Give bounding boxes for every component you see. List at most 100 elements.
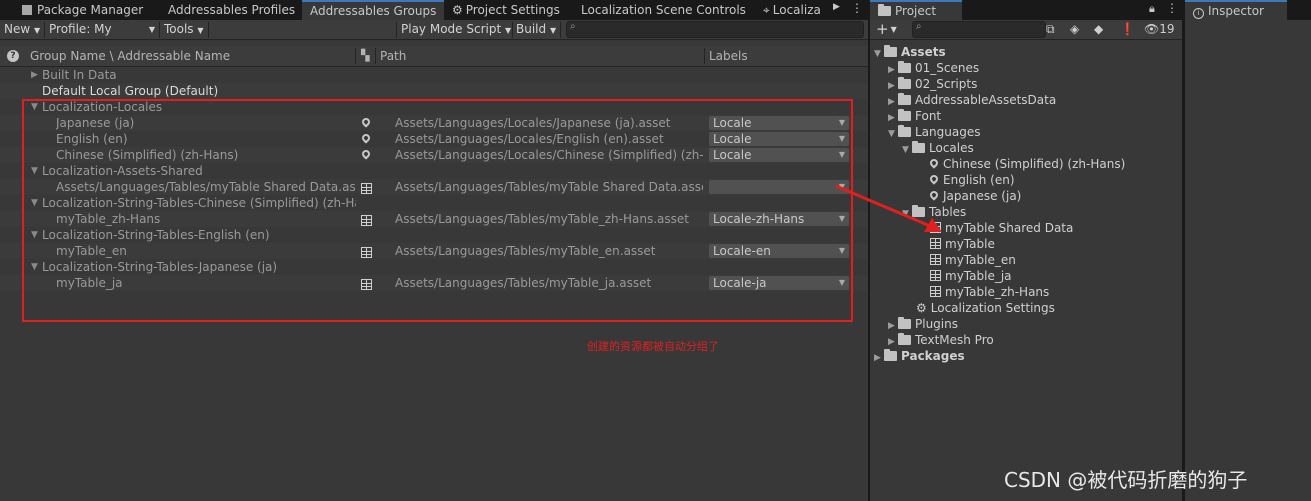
tab-project-settings[interactable]: ⚙ Project Settings xyxy=(444,0,568,20)
search-icon: ⌕ xyxy=(570,21,576,32)
collapse-arrow-icon[interactable]: ▼ xyxy=(902,142,912,158)
group-row-default-local[interactable]: Default Local Group (Default) xyxy=(0,83,868,99)
tab-label: Project Settings xyxy=(465,3,560,17)
build-dropdown[interactable]: Build ▼ xyxy=(516,20,556,39)
tree-label: Localization Settings xyxy=(930,301,1055,315)
tree-item-mytable-en[interactable]: myTable_en xyxy=(930,252,1016,268)
column-path[interactable]: Path xyxy=(380,49,406,63)
info-icon: i xyxy=(1193,8,1204,19)
tree-label: Assets xyxy=(901,45,946,59)
open-folder-icon xyxy=(912,141,925,153)
tree-item-locale-zh[interactable]: Chinese (Simplified) (zh-Hans) xyxy=(928,156,1125,172)
tree-item-addressable-data[interactable]: ▶ AddressableAssetsData xyxy=(888,92,1056,108)
tab-localiza[interactable]: ⌖ Localiza xyxy=(755,0,829,20)
more-menu-icon[interactable]: ⋮ xyxy=(851,1,863,15)
new-button[interactable]: New ▼ xyxy=(4,20,40,39)
tab-package-manager[interactable]: Package Manager xyxy=(14,0,151,20)
play-mode-script-dropdown[interactable]: Play Mode Script ▼ xyxy=(401,20,511,39)
tree-label: Locales xyxy=(929,141,974,155)
search-by-label-icon[interactable]: ◆ xyxy=(1094,20,1103,39)
group-name: Built In Data xyxy=(42,68,117,82)
left-tab-bar: Package Manager Addressables Profiles Ad… xyxy=(0,0,868,21)
gear-icon: ⚙ xyxy=(452,3,463,17)
tree-label: myTable_zh-Hans xyxy=(945,285,1050,299)
folder-icon xyxy=(878,4,891,16)
tree-item-mytable-ja[interactable]: myTable_ja xyxy=(930,268,1012,284)
expand-arrow-icon[interactable]: ▶ xyxy=(874,350,884,366)
inspector-tab-bar: i Inspector xyxy=(1185,0,1311,21)
tree-item-packages[interactable]: ▶ Packages xyxy=(874,348,965,364)
search-by-scene-icon[interactable]: ⧉ xyxy=(1046,20,1055,39)
tree-label: Font xyxy=(915,109,942,123)
tab-inspector[interactable]: i Inspector xyxy=(1185,0,1287,21)
dropdown-caret-icon: ▼ xyxy=(197,26,204,35)
folder-icon xyxy=(898,93,911,105)
tools-button[interactable]: Tools ▼ xyxy=(164,20,204,39)
tab-addressables-profiles[interactable]: Addressables Profiles xyxy=(160,0,303,20)
separator xyxy=(560,22,561,38)
tree-item-languages[interactable]: ▼ Languages xyxy=(888,124,980,140)
collapse-arrow-icon[interactable]: ▼ xyxy=(874,46,884,62)
tree-label: myTable_ja xyxy=(945,269,1012,283)
expand-arrow-icon[interactable]: ▶ xyxy=(31,67,38,83)
group-name: Default Local Group (Default) xyxy=(42,84,219,98)
column-labels[interactable]: Labels xyxy=(709,49,748,63)
more-menu-icon[interactable]: ⋮ xyxy=(1166,1,1178,15)
column-divider[interactable] xyxy=(375,48,376,64)
profile-dropdown[interactable]: Profile: My ▼ xyxy=(49,20,157,39)
tree-item-mytable-zh[interactable]: myTable_zh-Hans xyxy=(930,284,1049,300)
tab-project[interactable]: Project xyxy=(870,0,962,21)
tree-item-localization-settings[interactable]: ⚙ Localization Settings xyxy=(916,300,1055,316)
play-mode-label: Play Mode Script xyxy=(401,22,502,36)
tree-item-textmesh[interactable]: ▶ TextMesh Pro xyxy=(888,332,994,348)
groups-toolbar: New ▼ Profile: My ▼ Tools ▼ Play Mode Scr… xyxy=(0,20,868,40)
tree-item-locales[interactable]: ▼ Locales xyxy=(902,140,974,156)
tree-label: Languages xyxy=(915,125,981,139)
tab-label: Package Manager xyxy=(37,3,144,17)
search-by-type-icon[interactable]: ◈ xyxy=(1070,20,1079,39)
groups-search-input[interactable]: ⌕ xyxy=(566,21,864,38)
tree-label: myTable xyxy=(945,237,995,251)
profile-label: Profile: My xyxy=(49,22,112,36)
help-icon[interactable]: ? xyxy=(7,50,19,62)
tab-label: Inspector xyxy=(1208,4,1264,18)
string-table-icon xyxy=(930,270,941,281)
package-icon xyxy=(22,5,32,15)
folder-icon xyxy=(884,349,897,361)
group-row-built-in[interactable]: ▶ Built In Data xyxy=(0,67,868,83)
annotation-text: 创建的资源都被自动分组了 xyxy=(587,340,719,353)
tab-label: Project xyxy=(895,4,937,18)
string-table-icon xyxy=(930,286,941,297)
tree-item-shared-data[interactable]: myTable Shared Data xyxy=(930,220,1073,236)
project-search-input[interactable]: ⌕ xyxy=(912,21,1046,38)
tree-label: myTable Shared Data xyxy=(945,221,1074,235)
error-filter-icon[interactable]: ❗ xyxy=(1120,20,1135,39)
tree-item-scenes[interactable]: ▶ 01_Scenes xyxy=(888,60,979,76)
open-folder-icon xyxy=(898,125,911,137)
collapse-arrow-icon[interactable]: ▼ xyxy=(888,126,898,142)
addressable-icon: ▚ xyxy=(361,49,370,62)
search-icon: ⌕ xyxy=(916,21,922,32)
hidden-packages-icon[interactable]: 👁︎19 xyxy=(1144,20,1175,39)
dropdown-caret-icon: ▼ xyxy=(890,25,897,34)
tree-label: TextMesh Pro xyxy=(915,333,994,347)
separator xyxy=(44,22,45,38)
dropdown-caret-icon: ▼ xyxy=(148,25,155,34)
separator xyxy=(208,22,209,38)
tab-label: Addressables Groups xyxy=(310,4,437,18)
create-button[interactable]: + ▼ xyxy=(876,20,897,39)
inspector-window xyxy=(1185,20,1311,501)
tab-label: Addressables Profiles xyxy=(168,3,296,17)
column-group-name[interactable]: Group Name \ Addressable Name xyxy=(30,49,230,63)
tab-addressables-groups[interactable]: Addressables Groups xyxy=(302,0,445,21)
settings-gear-icon: ⚙ xyxy=(916,301,927,315)
tree-item-assets[interactable]: ▼ Assets xyxy=(874,44,946,60)
tree-item-font[interactable]: ▶ Font xyxy=(888,108,941,124)
tree-item-scripts[interactable]: ▶ 02_Scripts xyxy=(888,76,977,92)
tab-localization-scene-controls[interactable]: Localization Scene Controls xyxy=(573,0,754,20)
lock-icon[interactable]: 🔒︎ xyxy=(1149,2,1155,16)
tree-item-plugins[interactable]: ▶ Plugins xyxy=(888,316,958,332)
column-divider[interactable] xyxy=(704,48,705,64)
column-divider[interactable] xyxy=(355,48,356,64)
tab-scroll-right-icon[interactable]: ▶ xyxy=(833,2,840,12)
